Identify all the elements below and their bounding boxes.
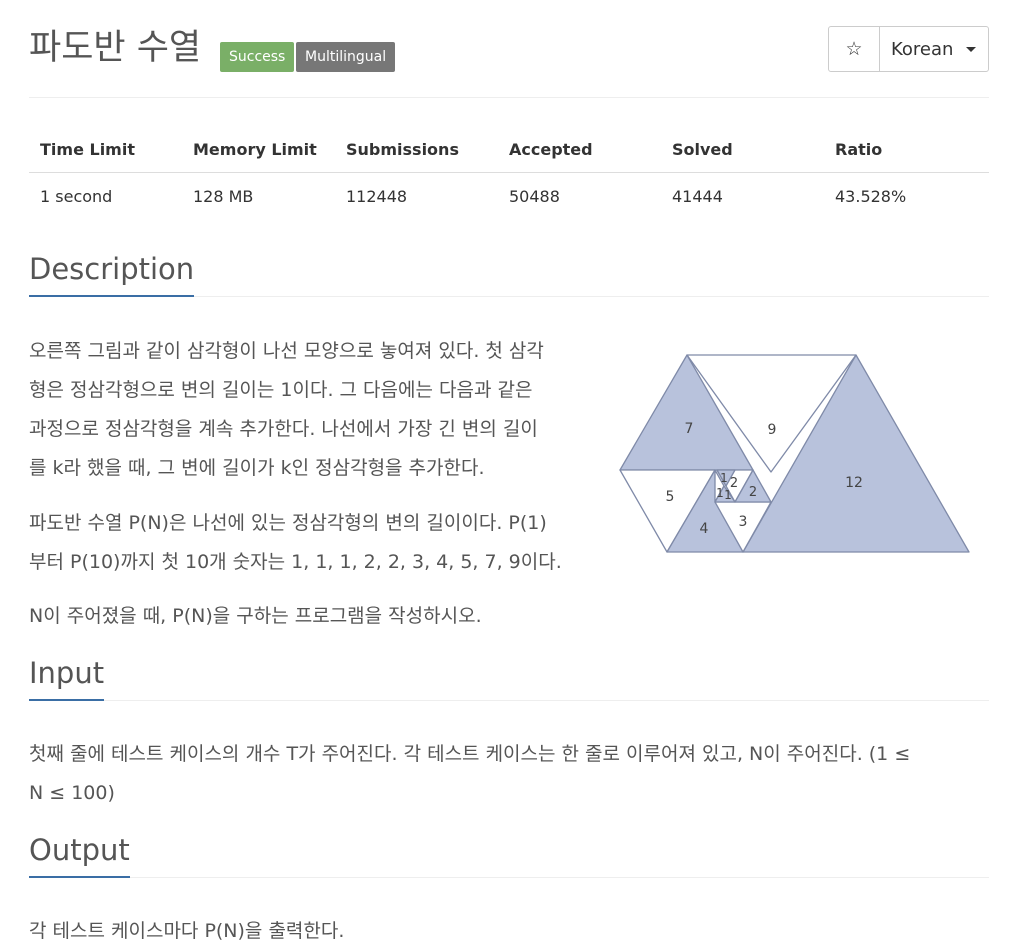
title-actions: ☆ Korean [828,26,989,72]
output-line: 각 테스트 케이스마다 P(N)을 출력한다. [29,920,345,942]
label-3: 3 [739,514,748,530]
label-1: 1 [720,471,728,485]
output-section-header: Output [29,829,989,878]
description-line: 를 k라 했을 때, 그 변에 길이가 k인 정삼각형을 추가한다. [29,457,485,479]
problem-info-table: Time Limit Memory Limit Submissions Acce… [29,126,989,219]
table-header: Submissions [335,126,498,173]
label-5: 5 [666,489,675,505]
success-badge: Success [220,42,295,72]
title-row: 파도반 수열 Success Multilingual ☆ Korean [29,26,989,76]
table-row: 1 second 128 MB 112448 50488 41444 43.52… [29,173,989,220]
table-cell: 41444 [672,186,723,206]
input-paragraph: 첫째 줄에 테스트 케이스의 개수 T가 주어진다. 각 테스트 케이스는 한 … [29,735,989,813]
table-header: Ratio [824,126,989,173]
table-header: Memory Limit [182,126,335,173]
input-line: 첫째 줄에 테스트 케이스의 개수 T가 주어진다. 각 테스트 케이스는 한 … [29,743,911,765]
table-cell: 43.528% [835,186,907,206]
table-header: Solved [661,126,824,173]
label-2: 2 [730,476,738,491]
table-header: Accepted [498,126,661,173]
input-heading: Input [29,653,105,701]
label-7: 7 [685,421,694,437]
page-title: 파도반 수열 [29,28,202,68]
table-cell: 50488 [509,186,560,206]
caret-down-icon [966,47,976,52]
input-line: N ≤ 100) [29,782,115,804]
description-paragraph-2: 파도반 수열 P(N)은 나선에 있는 정삼각형의 변의 길이이다. P(1) … [29,504,609,582]
description-line: 부터 P(10)까지 첫 10개 숫자는 1, 1, 1, 2, 2, 3, 4… [29,551,562,573]
label-12: 12 [845,475,863,491]
description-line: 형은 정삼각형으로 변의 길이는 1이다. 그 다음에는 다음과 같은 [29,379,533,401]
table-header: Time Limit [29,126,182,173]
label-1: 1 [716,486,724,500]
description-section-header: Description [29,248,989,297]
language-dropdown[interactable]: Korean [880,27,988,71]
input-section-header: Input [29,652,989,701]
description-line: 파도반 수열 P(N)은 나선에 있는 정삼각형의 변의 길이이다. P(1) [29,512,547,534]
table-cell: 128 MB [193,186,254,206]
table-cell: 112448 [346,186,408,206]
language-label: Korean [891,38,954,60]
description-paragraph-3: N이 주어졌을 때, P(N)을 구하는 프로그램을 작성하시오. [29,597,609,636]
label-9: 9 [768,422,777,438]
table-cell: 1 second [40,186,113,206]
table-header-row: Time Limit Memory Limit Submissions Acce… [29,126,989,173]
header-divider [29,97,989,98]
description-line: N이 주어졌을 때, P(N)을 구하는 프로그램을 작성하시오. [29,605,482,627]
description-heading: Description [29,249,195,297]
description-line: 과정으로 정삼각형을 계속 추가한다. 나선에서 가장 긴 변의 길이 [29,418,538,440]
label-2: 2 [749,485,757,500]
output-paragraph: 각 테스트 케이스마다 P(N)을 출력한다. [29,912,989,951]
star-button[interactable]: ☆ [829,27,880,71]
padovan-spiral-figure: 7 9 12 5 4 3 1 1 1 2 2 [619,354,970,553]
description-line: 오른쪽 그림과 같이 삼각형이 나선 모양으로 놓여져 있다. 첫 삼각 [29,340,544,362]
output-heading: Output [29,830,130,878]
multilingual-badge: Multilingual [296,42,396,72]
star-icon: ☆ [845,38,863,60]
label-4: 4 [700,521,709,537]
description-paragraph-1: 오른쪽 그림과 같이 삼각형이 나선 모양으로 놓여져 있다. 첫 삼각 형은 … [29,332,609,488]
